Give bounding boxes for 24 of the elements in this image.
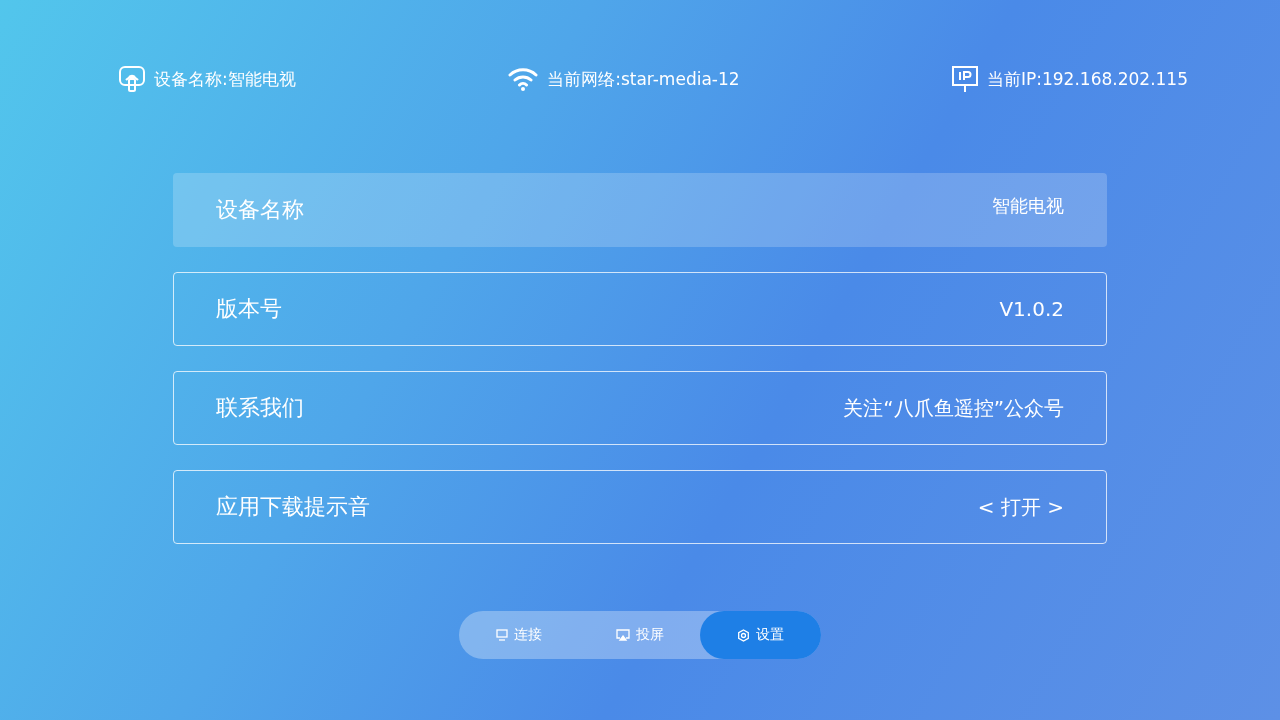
- setting-label: 设备名称: [216, 196, 304, 224]
- nav-tab[interactable]: 投屏: [579, 611, 701, 659]
- settings-row[interactable]: 设备名称 智能电视: [173, 173, 1107, 247]
- status-text: 当前网络:star-media-12: [547, 67, 740, 91]
- nav-tab[interactable]: 连接: [459, 611, 580, 659]
- setting-value: 智能电视: [992, 194, 1064, 218]
- screen-cast-icon: [616, 629, 630, 641]
- cast-device-icon: [118, 65, 146, 93]
- monitor-icon: [496, 629, 509, 641]
- ip-sign-icon: [951, 65, 979, 93]
- status-text: 当前IP:192.168.202.115: [987, 67, 1188, 91]
- settings-row[interactable]: 联系我们 关注“八爪鱼遥控”公众号: [173, 371, 1107, 445]
- setting-value: 关注“八爪鱼遥控”公众号: [843, 394, 1064, 422]
- nav-tab[interactable]: 设置: [700, 611, 821, 659]
- settings-row[interactable]: 版本号 V1.0.2: [173, 272, 1107, 346]
- wifi-icon: [507, 66, 540, 92]
- setting-label: 联系我们: [216, 394, 304, 422]
- settings-icon: [737, 628, 751, 642]
- setting-label: 应用下载提示音: [216, 493, 370, 521]
- setting-value: < 打开 >: [977, 493, 1064, 521]
- setting-value: V1.0.2: [999, 297, 1064, 321]
- settings-row[interactable]: 应用下载提示音 < 打开 >: [173, 470, 1107, 544]
- status-text: 设备名称:智能电视: [154, 67, 296, 91]
- setting-label: 版本号: [216, 295, 282, 323]
